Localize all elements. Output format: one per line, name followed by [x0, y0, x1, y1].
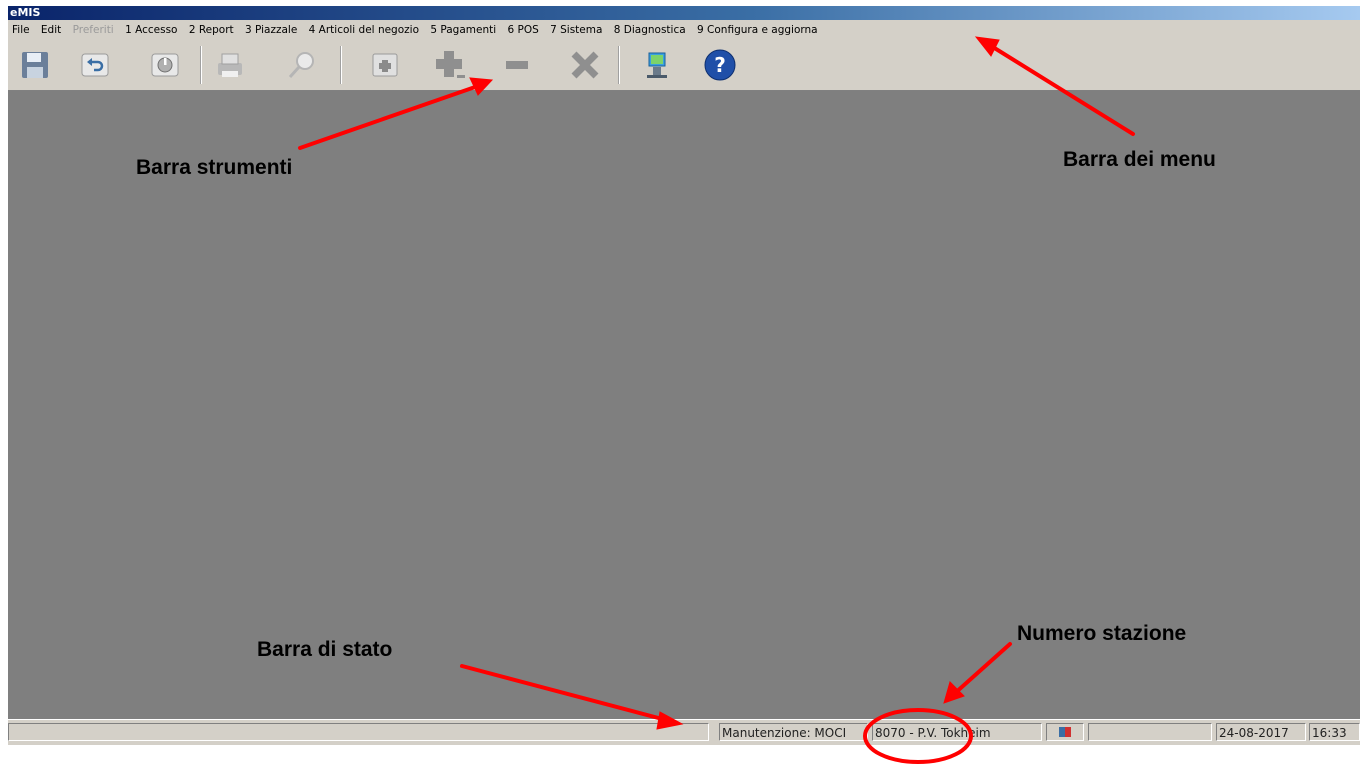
- undo-icon: [81, 53, 109, 77]
- menu-pagamenti[interactable]: 5 Pagamenti: [426, 20, 500, 40]
- status-flag-icon: [1059, 727, 1071, 737]
- search-icon: [288, 52, 314, 79]
- menu-pos[interactable]: 6 POS: [503, 20, 542, 40]
- status-empty-cell: [1088, 723, 1212, 741]
- annotation-station-label: Numero stazione: [1017, 622, 1187, 645]
- network-icon: [647, 52, 667, 78]
- status-mode: Manutenzione: MOCI: [719, 723, 868, 741]
- menu-articoli-negozio[interactable]: 4 Articoli del negozio: [305, 20, 423, 40]
- menu-configura-aggiorna[interactable]: 9 Configura e aggiorna: [693, 20, 822, 40]
- status-bar: Manutenzione: MOCI 8070 - P.V. Tokheim 2…: [8, 719, 1360, 745]
- status-time: 16:33: [1309, 723, 1360, 741]
- status-indicator: [1046, 723, 1084, 741]
- power-icon: [151, 53, 179, 77]
- network-button[interactable]: [640, 48, 674, 82]
- remove-button[interactable]: [500, 48, 534, 82]
- toolbar-separator: [618, 46, 620, 84]
- menu-accesso[interactable]: 1 Accesso: [121, 20, 181, 40]
- remove-icon: [506, 61, 528, 69]
- toolbar-separator: [340, 46, 342, 84]
- status-message-cell: [8, 723, 709, 741]
- save-button[interactable]: [18, 48, 52, 82]
- menu-bar: File Edit Preferiti 1 Accesso 2 Report 3…: [8, 20, 1360, 40]
- new-record-button[interactable]: [368, 48, 402, 82]
- add-button[interactable]: [433, 48, 467, 82]
- print-icon: [218, 53, 242, 77]
- add-icon: [436, 51, 465, 78]
- menu-diagnostica[interactable]: 8 Diagnostica: [610, 20, 690, 40]
- print-button[interactable]: [213, 48, 247, 82]
- svg-text:?: ?: [714, 53, 726, 77]
- search-button[interactable]: [285, 48, 319, 82]
- menu-edit[interactable]: Edit: [37, 20, 65, 40]
- save-icon: [22, 52, 48, 78]
- toolbar-separator: [200, 46, 202, 84]
- window-title: eMIS: [10, 6, 41, 19]
- annotation-toolbar-label: Barra strumenti: [136, 156, 293, 179]
- new-record-icon: [372, 53, 398, 77]
- undo-button[interactable]: [78, 48, 112, 82]
- status-date: 24-08-2017: [1216, 723, 1306, 741]
- exit-button[interactable]: [148, 48, 182, 82]
- help-icon: ?: [704, 49, 736, 81]
- menu-sistema[interactable]: 7 Sistema: [546, 20, 606, 40]
- menu-report[interactable]: 2 Report: [185, 20, 238, 40]
- delete-button[interactable]: [568, 48, 602, 82]
- annotation-menubar-label: Barra dei menu: [1063, 148, 1216, 171]
- menu-piazzale[interactable]: 3 Piazzale: [241, 20, 301, 40]
- toolbar: ?: [8, 40, 1360, 91]
- menu-preferiti: Preferiti: [72, 24, 114, 36]
- menu-file[interactable]: File: [8, 20, 34, 40]
- window-title-bar: eMIS: [8, 6, 1360, 20]
- status-station: 8070 - P.V. Tokheim: [872, 723, 1042, 741]
- annotation-statusbar-label: Barra di stato: [257, 638, 393, 661]
- delete-icon: [571, 51, 599, 79]
- help-button[interactable]: ?: [703, 48, 737, 82]
